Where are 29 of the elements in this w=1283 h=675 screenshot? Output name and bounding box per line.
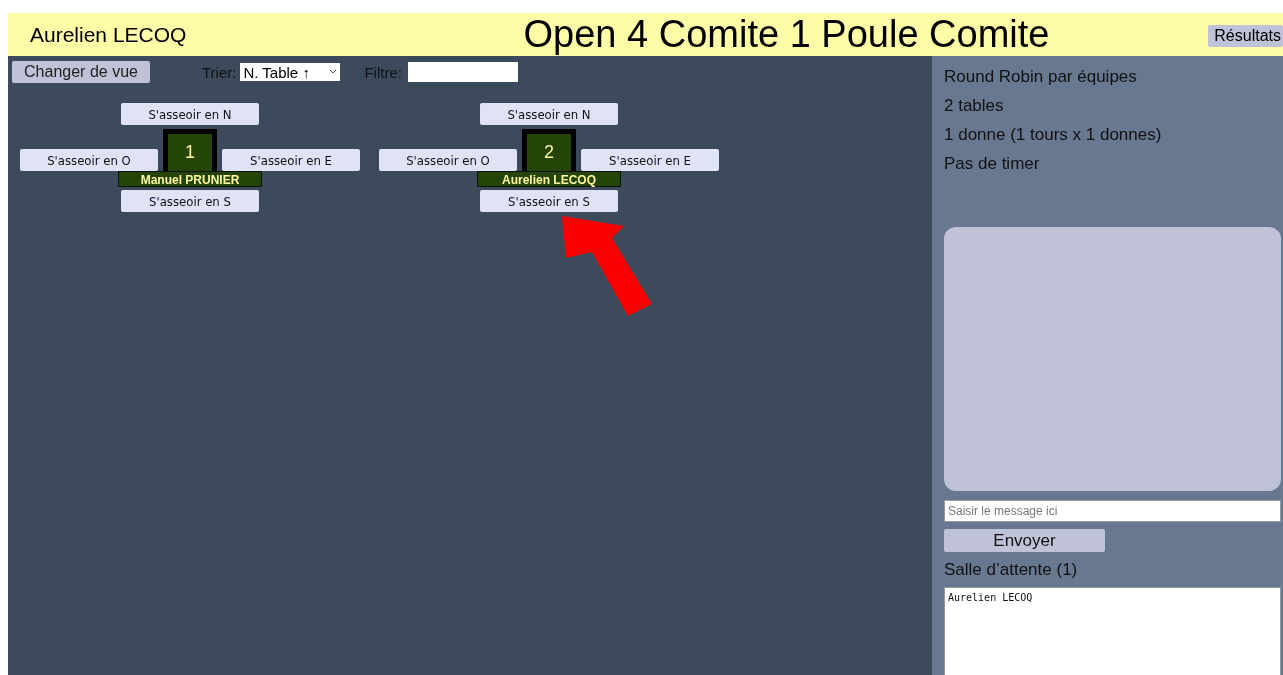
send-button[interactable]: Envoyer <box>944 529 1105 552</box>
player-name: Aurelien LECOQ <box>477 171 621 187</box>
filter-field[interactable] <box>407 62 518 82</box>
results-button[interactable]: Résultats <box>1208 25 1283 47</box>
filter-label: Filtre: <box>364 63 402 81</box>
sort-dropdown[interactable]: N. Table ↑ <box>240 63 341 81</box>
caret-icon <box>329 69 338 75</box>
user-name: Aurelien LECOQ <box>30 22 188 47</box>
info-text: Pas de timer <box>944 153 1041 175</box>
info-text: Round Robin par équipes <box>944 66 1138 88</box>
player-name: Manuel PRUNIER <box>118 171 262 187</box>
table-number[interactable]: 1 <box>163 129 217 171</box>
info-text: 2 tables <box>944 95 1005 117</box>
sit-west-button[interactable]: S'asseoir en O <box>20 149 158 171</box>
table-number[interactable]: 2 <box>522 129 576 171</box>
info-text: 1 donne (1 tours x 1 donnes) <box>944 124 1163 146</box>
waiting-player[interactable]: Aurelien LECOQ <box>948 592 1277 603</box>
sort-label: Trier: <box>202 63 237 81</box>
sit-north-button[interactable]: S'asseoir en N <box>480 103 618 125</box>
sit-east-button[interactable]: S'asseoir en E <box>581 149 719 171</box>
sit-north-button[interactable]: S'asseoir en N <box>121 103 259 125</box>
message-field[interactable]: Saisir le message ici <box>944 500 1281 522</box>
change-view-button[interactable]: Changer de vue <box>12 61 150 83</box>
sit-south-button[interactable]: S'asseoir en S <box>121 190 259 212</box>
waiting-room-title: Salle d’attente (1) <box>944 560 1079 580</box>
page-title: Open 4 Comite 1 Poule Comite <box>522 13 1051 56</box>
sit-west-button[interactable]: S'asseoir en O <box>379 149 517 171</box>
sit-east-button[interactable]: S'asseoir en E <box>222 149 360 171</box>
sit-south-button[interactable]: S'asseoir en S <box>480 190 618 212</box>
